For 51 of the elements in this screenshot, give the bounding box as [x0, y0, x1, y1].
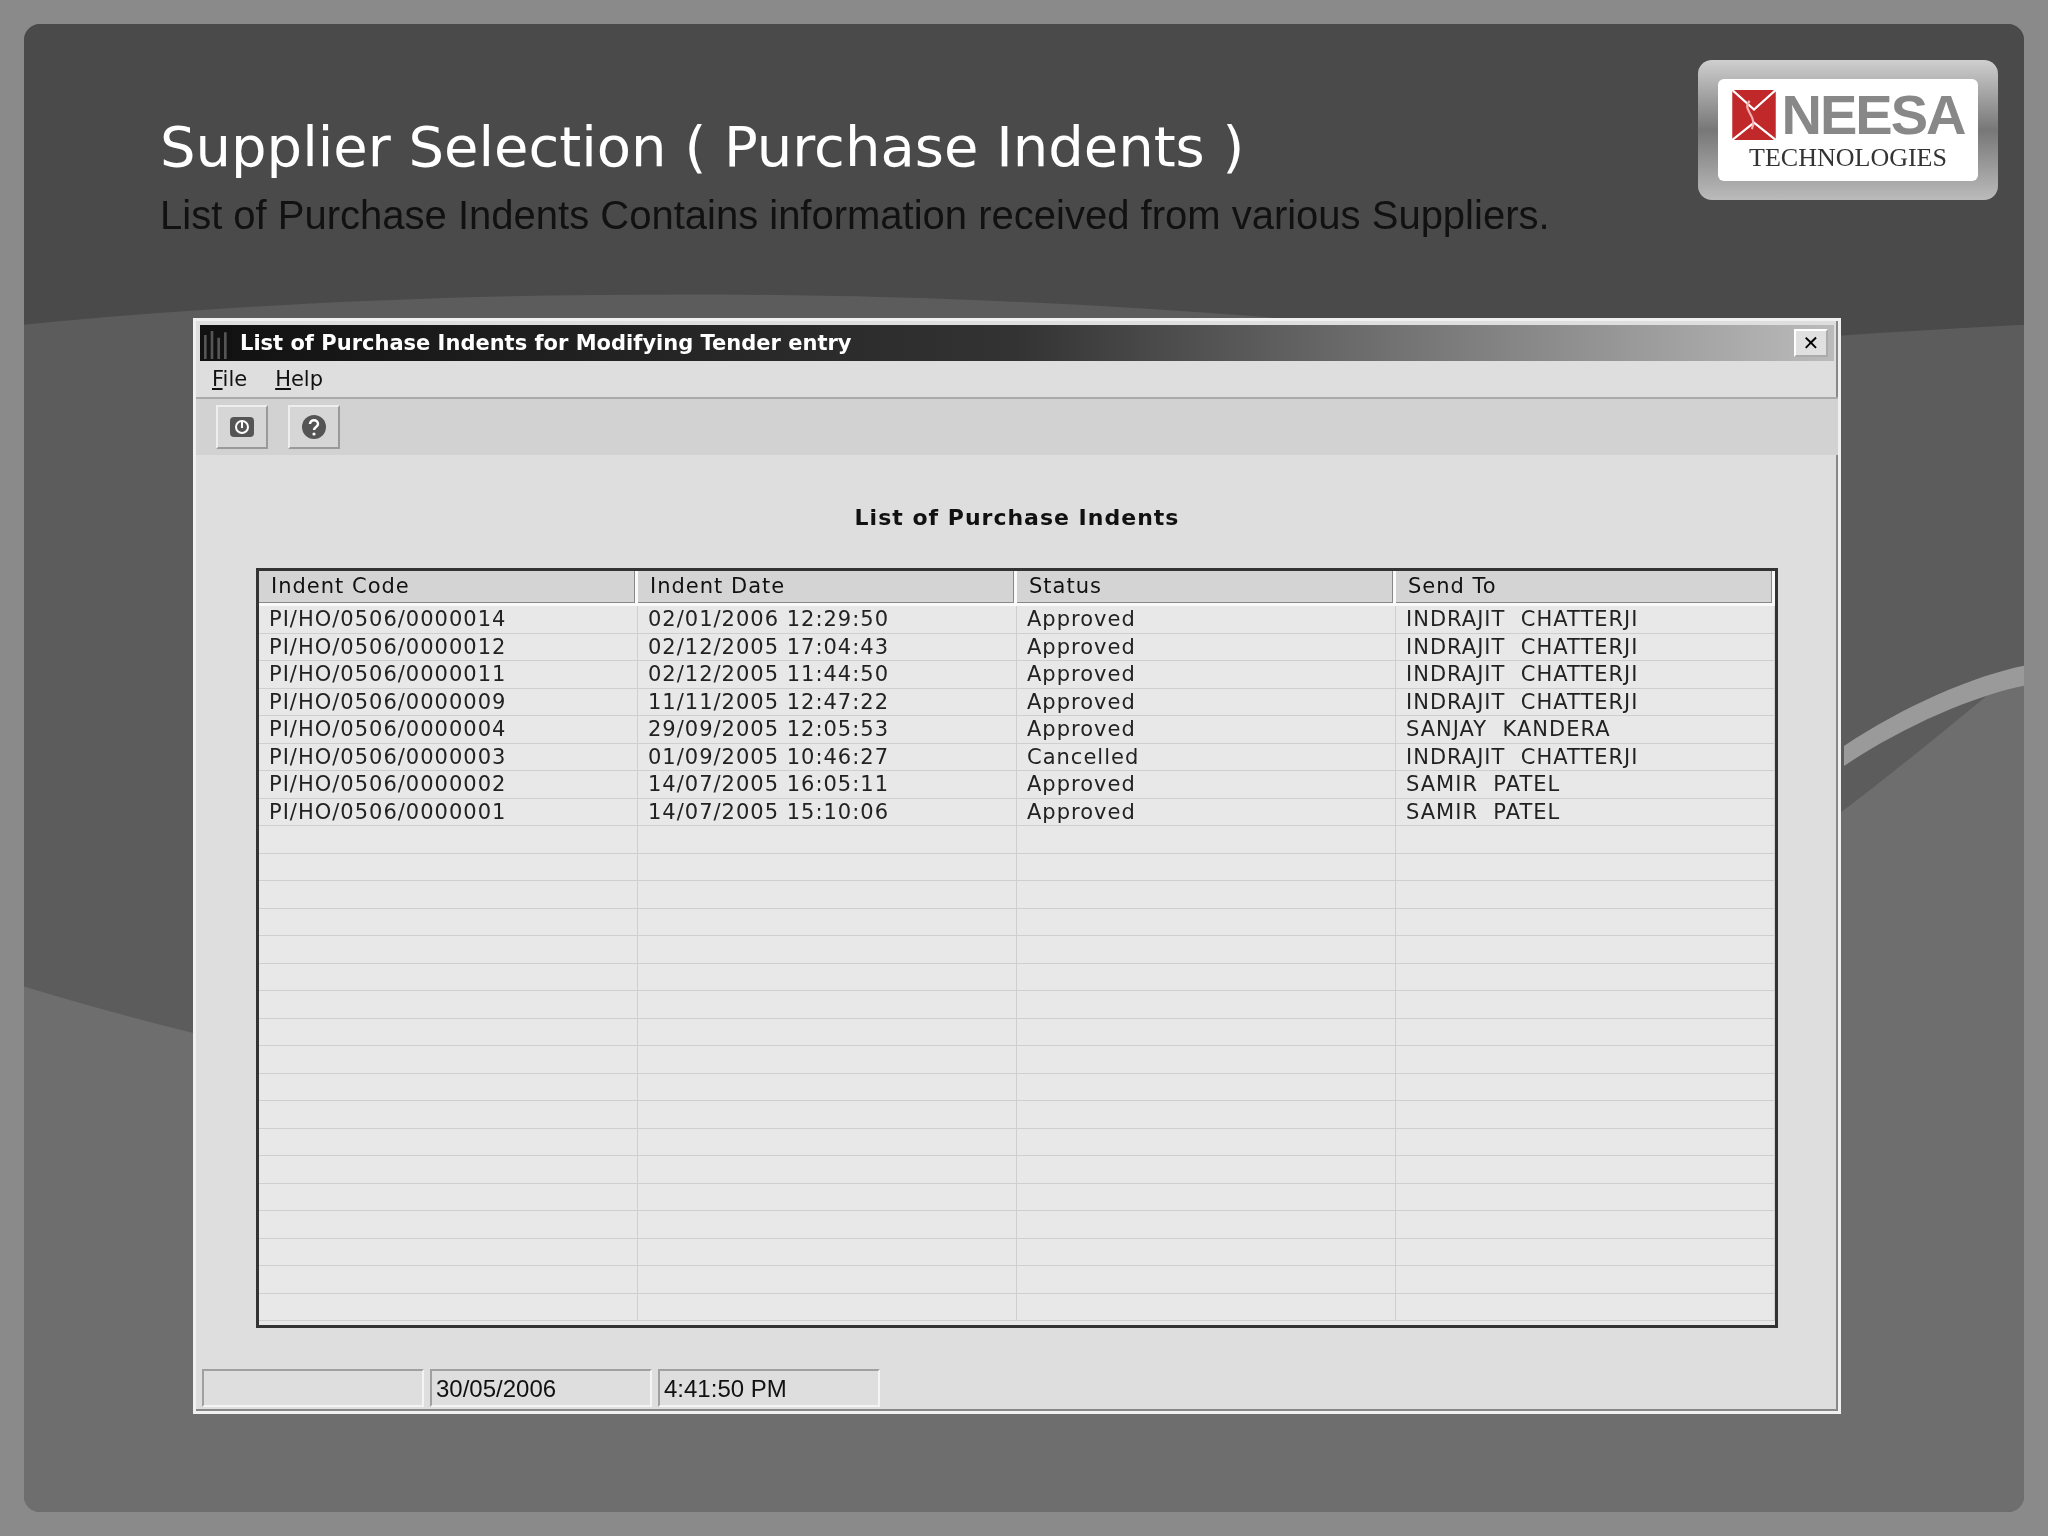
logo-tagline: TECHNOLOGIES — [1749, 143, 1947, 173]
table-cell: Approved — [1017, 798, 1396, 826]
column-header[interactable]: Indent Date — [638, 571, 1017, 603]
table-cell: Approved — [1017, 771, 1396, 798]
status-time: 4:41:50 PM — [658, 1369, 880, 1407]
table-cell: 01/09/2005 10:46:27 — [638, 743, 1017, 771]
logo-name: NEESA — [1781, 87, 1965, 143]
table-cell: 14/07/2005 15:10:06 — [638, 798, 1017, 826]
close-button[interactable]: ✕ — [1794, 329, 1828, 357]
menu-item[interactable]: Help — [275, 367, 324, 391]
slide-subtitle: List of Purchase Indents Contains information received from various Suppliers. — [160, 193, 1550, 238]
table-cell: 02/12/2005 11:44:50 — [638, 661, 1017, 688]
table-cell: 29/09/2005 12:05:53 — [638, 716, 1017, 743]
table-cell: Cancelled — [1017, 743, 1396, 771]
table-cell: INDRAJIT CHATTERJI — [1396, 688, 1775, 716]
table-cell: 14/07/2005 16:05:11 — [638, 771, 1017, 798]
window-title: List of Purchase Indents for Modifying Tender entry — [240, 331, 853, 355]
column-header[interactable]: Status — [1017, 571, 1396, 603]
table-cell: 02/01/2006 12:29:50 — [638, 606, 1017, 633]
table-cell: PI/HO/0506/0000002 — [259, 771, 638, 798]
table-cell: PI/HO/0506/0000001 — [259, 798, 638, 826]
table-cell: PI/HO/0506/0000009 — [259, 688, 638, 716]
table-cell: SANJAY KANDERA — [1396, 716, 1775, 743]
table-cell: Approved — [1017, 716, 1396, 743]
table-cell: Approved — [1017, 688, 1396, 716]
table-cell: INDRAJIT CHATTERJI — [1396, 606, 1775, 633]
table-cell: INDRAJIT CHATTERJI — [1396, 661, 1775, 688]
table-cell: PI/HO/0506/0000011 — [259, 661, 638, 688]
table-cell: Approved — [1017, 606, 1396, 633]
table-cell: PI/HO/0506/0000014 — [259, 606, 638, 633]
logo-mark-icon — [1731, 90, 1776, 140]
table-cell: PI/HO/0506/0000003 — [259, 743, 638, 771]
table-cell: INDRAJIT CHATTERJI — [1396, 633, 1775, 661]
column-header[interactable]: Indent Code — [259, 571, 638, 603]
table-cell: Approved — [1017, 661, 1396, 688]
table-cell: 11/11/2005 12:47:22 — [638, 688, 1017, 716]
table-cell: 02/12/2005 17:04:43 — [638, 633, 1017, 661]
help-icon — [300, 413, 328, 441]
menu-item[interactable]: File — [212, 367, 248, 391]
table-cell: Approved — [1017, 633, 1396, 661]
column-header[interactable]: Send To — [1396, 571, 1775, 603]
table-cell: SAMIR PATEL — [1396, 798, 1775, 826]
list-heading: List of Purchase Indents — [853, 505, 1181, 530]
table-cell: SAMIR PATEL — [1396, 771, 1775, 798]
table-cell: INDRAJIT CHATTERJI — [1396, 743, 1775, 771]
help-tool-button[interactable] — [288, 405, 340, 449]
table-cell: PI/HO/0506/0000012 — [259, 633, 638, 661]
slide-title: Supplier Selection ( Purchase Indents ) — [160, 114, 1246, 179]
status-date: 30/05/2006 — [430, 1369, 652, 1407]
table-cell: PI/HO/0506/0000004 — [259, 716, 638, 743]
exit-tool-button[interactable] — [216, 405, 268, 449]
